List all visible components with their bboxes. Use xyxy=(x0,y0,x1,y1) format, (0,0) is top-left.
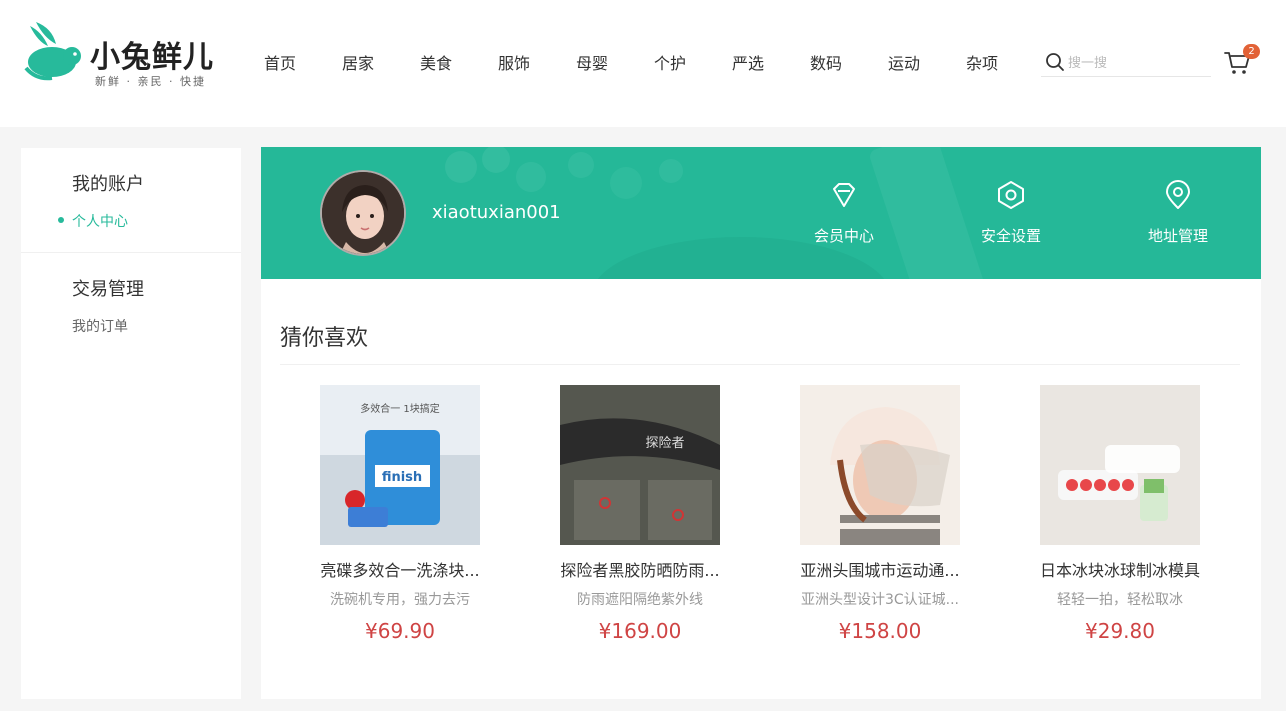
sidebar-item-my-orders[interactable]: 我的订单 xyxy=(72,316,128,336)
site-header: 小兔鲜儿 新鲜 · 亲民 · 快捷 首页 居家 美食 服饰 母婴 个护 严选 数… xyxy=(0,0,1286,127)
avatar[interactable] xyxy=(320,170,406,256)
nav-item-misc[interactable]: 杂项 xyxy=(943,50,1021,74)
goods-card[interactable]: finish 多效合一 1块搞定 亮碟多效合一洗涤块... 洗碗机专用，强力去污… xyxy=(280,385,480,645)
goods-price: ¥169.00 xyxy=(598,619,682,643)
avatar-photo xyxy=(322,172,404,254)
goods-desc: 亚洲头型设计3C认证城... xyxy=(800,592,960,608)
banner-background-image xyxy=(445,147,986,279)
section-title: 猜你喜欢 xyxy=(280,326,369,351)
svg-text:finish: finish xyxy=(382,470,422,485)
goods-card[interactable]: 亚洲头围城市运动通... 亚洲头型设计3C认证城... ¥158.00 xyxy=(760,385,960,645)
sidebar-group-my-account: 我的账户 xyxy=(72,174,144,195)
security-settings-link[interactable]: 安全设置 xyxy=(961,180,1061,250)
goods-price: ¥158.00 xyxy=(838,619,922,643)
goods-image-caption: 多效合一 1块搞定 xyxy=(360,402,440,415)
goods-name: 亚洲头围城市运动通... xyxy=(800,561,960,580)
goods-image-caption: 探险者 xyxy=(645,436,684,451)
goods-desc: 防雨遮阳隔绝紫外线 xyxy=(577,592,703,608)
nav-item-digital[interactable]: 数码 xyxy=(787,50,865,74)
address-management-label: 地址管理 xyxy=(1147,227,1208,245)
search-input[interactable] xyxy=(1068,52,1208,74)
rabbit-logo-icon xyxy=(24,22,81,81)
nav-item-selected[interactable]: 严选 xyxy=(709,50,787,74)
goods-card[interactable]: 日本冰块冰球制冰模具 轻轻一拍，轻松取冰 ¥29.80 xyxy=(1000,385,1200,645)
member-center-label: 会员中心 xyxy=(813,227,874,245)
goods-name: 探险者黑胶防晒防雨... xyxy=(560,561,720,580)
diamond-icon xyxy=(833,183,855,207)
goods-name: 亮碟多效合一洗涤块... xyxy=(320,561,480,580)
brand-name: 小兔鲜儿 xyxy=(90,40,214,75)
account-sidebar: 我的账户 个人中心 交易管理 我的订单 xyxy=(21,148,241,699)
logo[interactable]: 小兔鲜儿 新鲜 · 亲民 · 快捷 xyxy=(22,18,222,88)
sidebar-item-personal-center[interactable]: 个人中心 xyxy=(72,211,128,231)
goods-image: finish 多效合一 1块搞定 xyxy=(320,385,480,545)
brand-slogan: 新鲜 · 亲民 · 快捷 xyxy=(95,75,206,88)
username: xiaotuxian001 xyxy=(432,202,561,223)
nav-item-baby[interactable]: 母婴 xyxy=(553,50,631,74)
nav-item-apparel[interactable]: 服饰 xyxy=(475,50,553,74)
goods-price: ¥69.90 xyxy=(365,619,435,643)
goods-card[interactable]: 探险者 探险者黑胶防晒防雨... 防雨遮阳隔绝紫外线 ¥169.00 xyxy=(520,385,720,645)
location-pin-icon xyxy=(1166,180,1190,209)
search-box xyxy=(1041,49,1211,77)
section-divider xyxy=(280,364,1240,365)
nav-item-home-living[interactable]: 居家 xyxy=(319,50,397,74)
goods-price: ¥29.80 xyxy=(1085,619,1155,643)
profile-banner: xiaotuxian001 会员中心 安全设置 地址管理 xyxy=(261,147,1261,279)
active-dot-icon xyxy=(58,217,64,223)
address-management-link[interactable]: 地址管理 xyxy=(1128,180,1228,250)
goods-image xyxy=(800,385,960,545)
goods-image: 探险者 xyxy=(560,385,720,545)
goods-desc: 洗碗机专用，强力去污 xyxy=(330,592,470,608)
sidebar-group-trade: 交易管理 xyxy=(72,279,144,300)
goods-image xyxy=(1040,385,1200,545)
goods-desc: 轻轻一拍，轻松取冰 xyxy=(1057,592,1183,608)
security-settings-label: 安全设置 xyxy=(980,227,1041,245)
nav-item-food[interactable]: 美食 xyxy=(397,50,475,74)
goods-name: 日本冰块冰球制冰模具 xyxy=(1039,561,1200,580)
hexagon-shield-icon xyxy=(998,181,1024,209)
nav-item-home[interactable]: 首页 xyxy=(241,50,319,74)
sidebar-divider xyxy=(21,252,241,253)
guess-you-like-panel: 猜你喜欢 finish 多效合一 1块搞定 亮碟多效合一洗涤块... 洗碗机专用… xyxy=(261,279,1261,699)
search-icon[interactable] xyxy=(1045,52,1065,72)
nav-item-personal-care[interactable]: 个护 xyxy=(631,50,709,74)
nav-item-sports[interactable]: 运动 xyxy=(865,50,943,74)
member-center-link[interactable]: 会员中心 xyxy=(794,180,894,250)
cart-count-badge: 2 xyxy=(1243,44,1260,59)
